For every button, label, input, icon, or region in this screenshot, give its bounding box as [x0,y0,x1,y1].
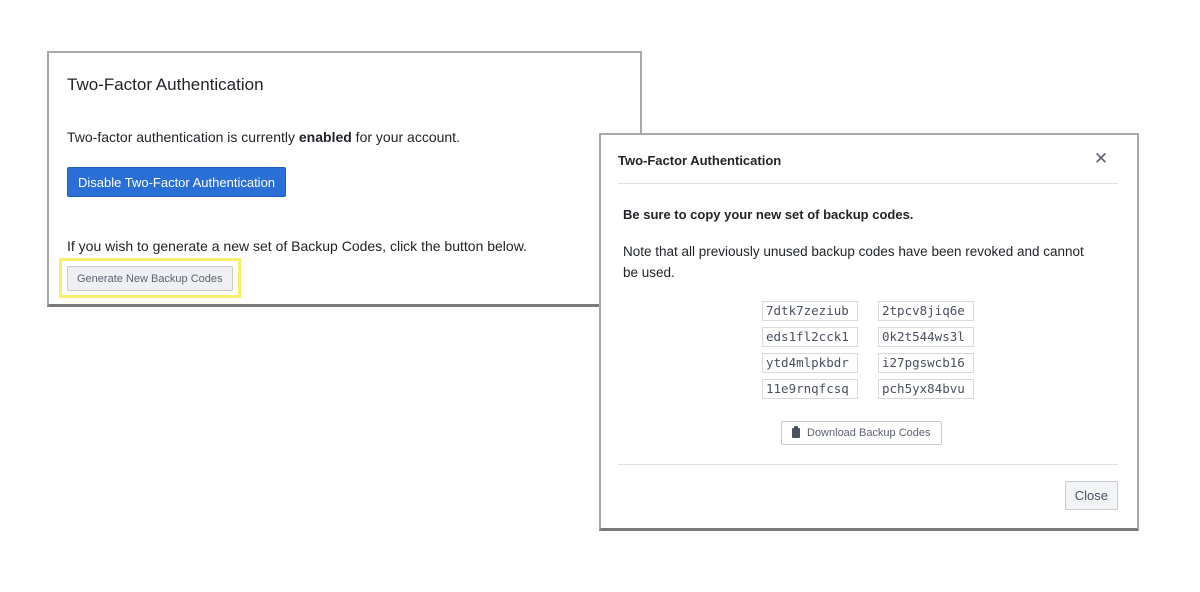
download-button-label: Download Backup Codes [807,427,931,439]
status-text: Two-factor authentication is currently e… [67,129,460,145]
modal-header-divider [618,183,1118,184]
backup-code: 0k2t544ws3l [878,327,974,347]
close-icon[interactable]: ✕ [1091,149,1111,169]
backup-codes-grid: 7dtk7zeziub 2tpcv8jiq6e eds1fl2cck1 0k2t… [762,301,974,399]
backup-codes-hint: If you wish to generate a new set of Bac… [67,238,527,254]
backup-code: 2tpcv8jiq6e [878,301,974,321]
backup-codes-modal: Two-Factor Authentication ✕ Be sure to c… [599,133,1139,531]
stage: Two-Factor Authentication Two-factor aut… [0,0,1200,592]
clipboard-icon [792,426,800,438]
modal-note-text: Note that all previously unused backup c… [623,244,1084,280]
panel-title: Two-Factor Authentication [67,75,264,94]
status-suffix: for your account. [351,129,460,145]
two-factor-settings-panel: Two-Factor Authentication Two-factor aut… [47,51,642,307]
status-prefix: Two-factor authentication is currently [67,129,299,145]
backup-code: i27pgswcb16 [878,353,974,373]
backup-code: 11e9rnqfcsq [762,379,858,399]
backup-code: pch5yx84bvu [878,379,974,399]
modal-footer-divider [618,464,1118,465]
backup-code: ytd4mlpkbdr [762,353,858,373]
modal-title: Two-Factor Authentication [618,153,782,168]
download-backup-codes-button[interactable]: Download Backup Codes [781,421,942,445]
modal-emphasis-text: Be sure to copy your new set of backup c… [623,207,914,222]
backup-code: 7dtk7zeziub [762,301,858,321]
disable-two-factor-button[interactable]: Disable Two-Factor Authentication [67,167,287,197]
generate-backup-codes-button[interactable]: Generate New Backup Codes [67,266,233,291]
backup-code: eds1fl2cck1 [762,327,858,347]
status-value: enabled [298,129,352,145]
close-button[interactable]: Close [1064,481,1118,510]
